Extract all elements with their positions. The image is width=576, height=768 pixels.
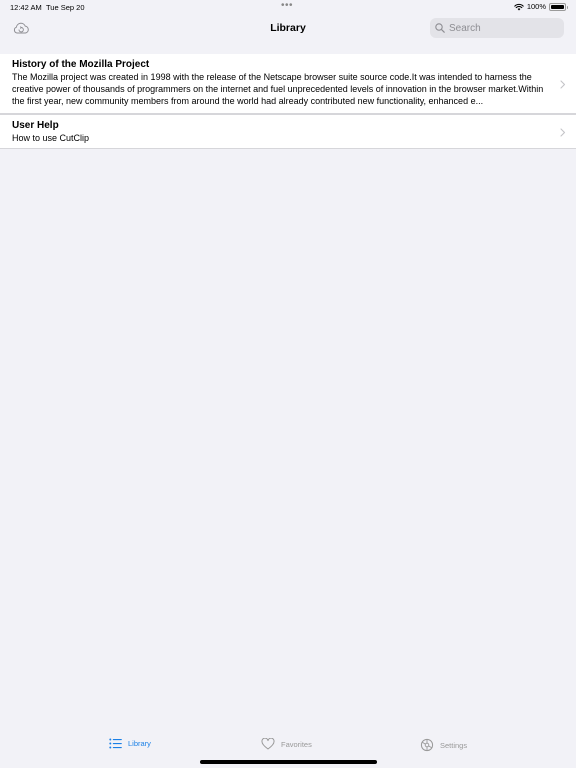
list-item-title: History of the Mozilla Project <box>12 59 150 70</box>
tab-settings[interactable]: Settings <box>420 738 467 752</box>
wifi-icon <box>514 3 524 10</box>
chevron-right-icon <box>560 127 566 137</box>
tab-library[interactable]: Library <box>109 738 151 749</box>
navigation-bar: Library <box>0 16 576 52</box>
list-item-description: The Mozilla project was created in 1998 … <box>12 72 544 106</box>
list-icon <box>109 738 122 749</box>
battery-percent: 100% <box>526 2 546 11</box>
tab-label: Settings <box>440 740 468 750</box>
search-input[interactable] <box>449 22 559 34</box>
tab-label: Library <box>128 739 151 748</box>
status-date: Tue Sep 20 <box>46 3 85 12</box>
tab-favorites[interactable]: Favorites <box>261 738 312 750</box>
library-list: History of the Mozilla Project The Mozil… <box>0 54 576 149</box>
list-item-title: User Help <box>12 120 59 131</box>
status-bar: 12:42 AM Tue Sep 20 ••• 100% <box>0 0 576 16</box>
search-bar[interactable] <box>430 18 564 38</box>
multitasking-dots[interactable]: ••• <box>281 0 293 11</box>
list-item[interactable]: History of the Mozilla Project The Mozil… <box>0 54 576 114</box>
chevron-right-icon <box>560 79 566 89</box>
list-item[interactable]: User Help How to use CutClip <box>0 114 576 149</box>
status-right: 100% <box>514 2 568 11</box>
home-indicator <box>200 760 377 764</box>
tab-label: Favorites <box>281 739 312 749</box>
list-item-description: How to use CutClip <box>12 133 90 143</box>
battery-icon <box>549 2 568 11</box>
gear-icon <box>420 738 434 752</box>
search-icon <box>435 23 445 33</box>
status-time: 12:42 AM <box>10 3 42 12</box>
heart-icon <box>261 738 275 750</box>
